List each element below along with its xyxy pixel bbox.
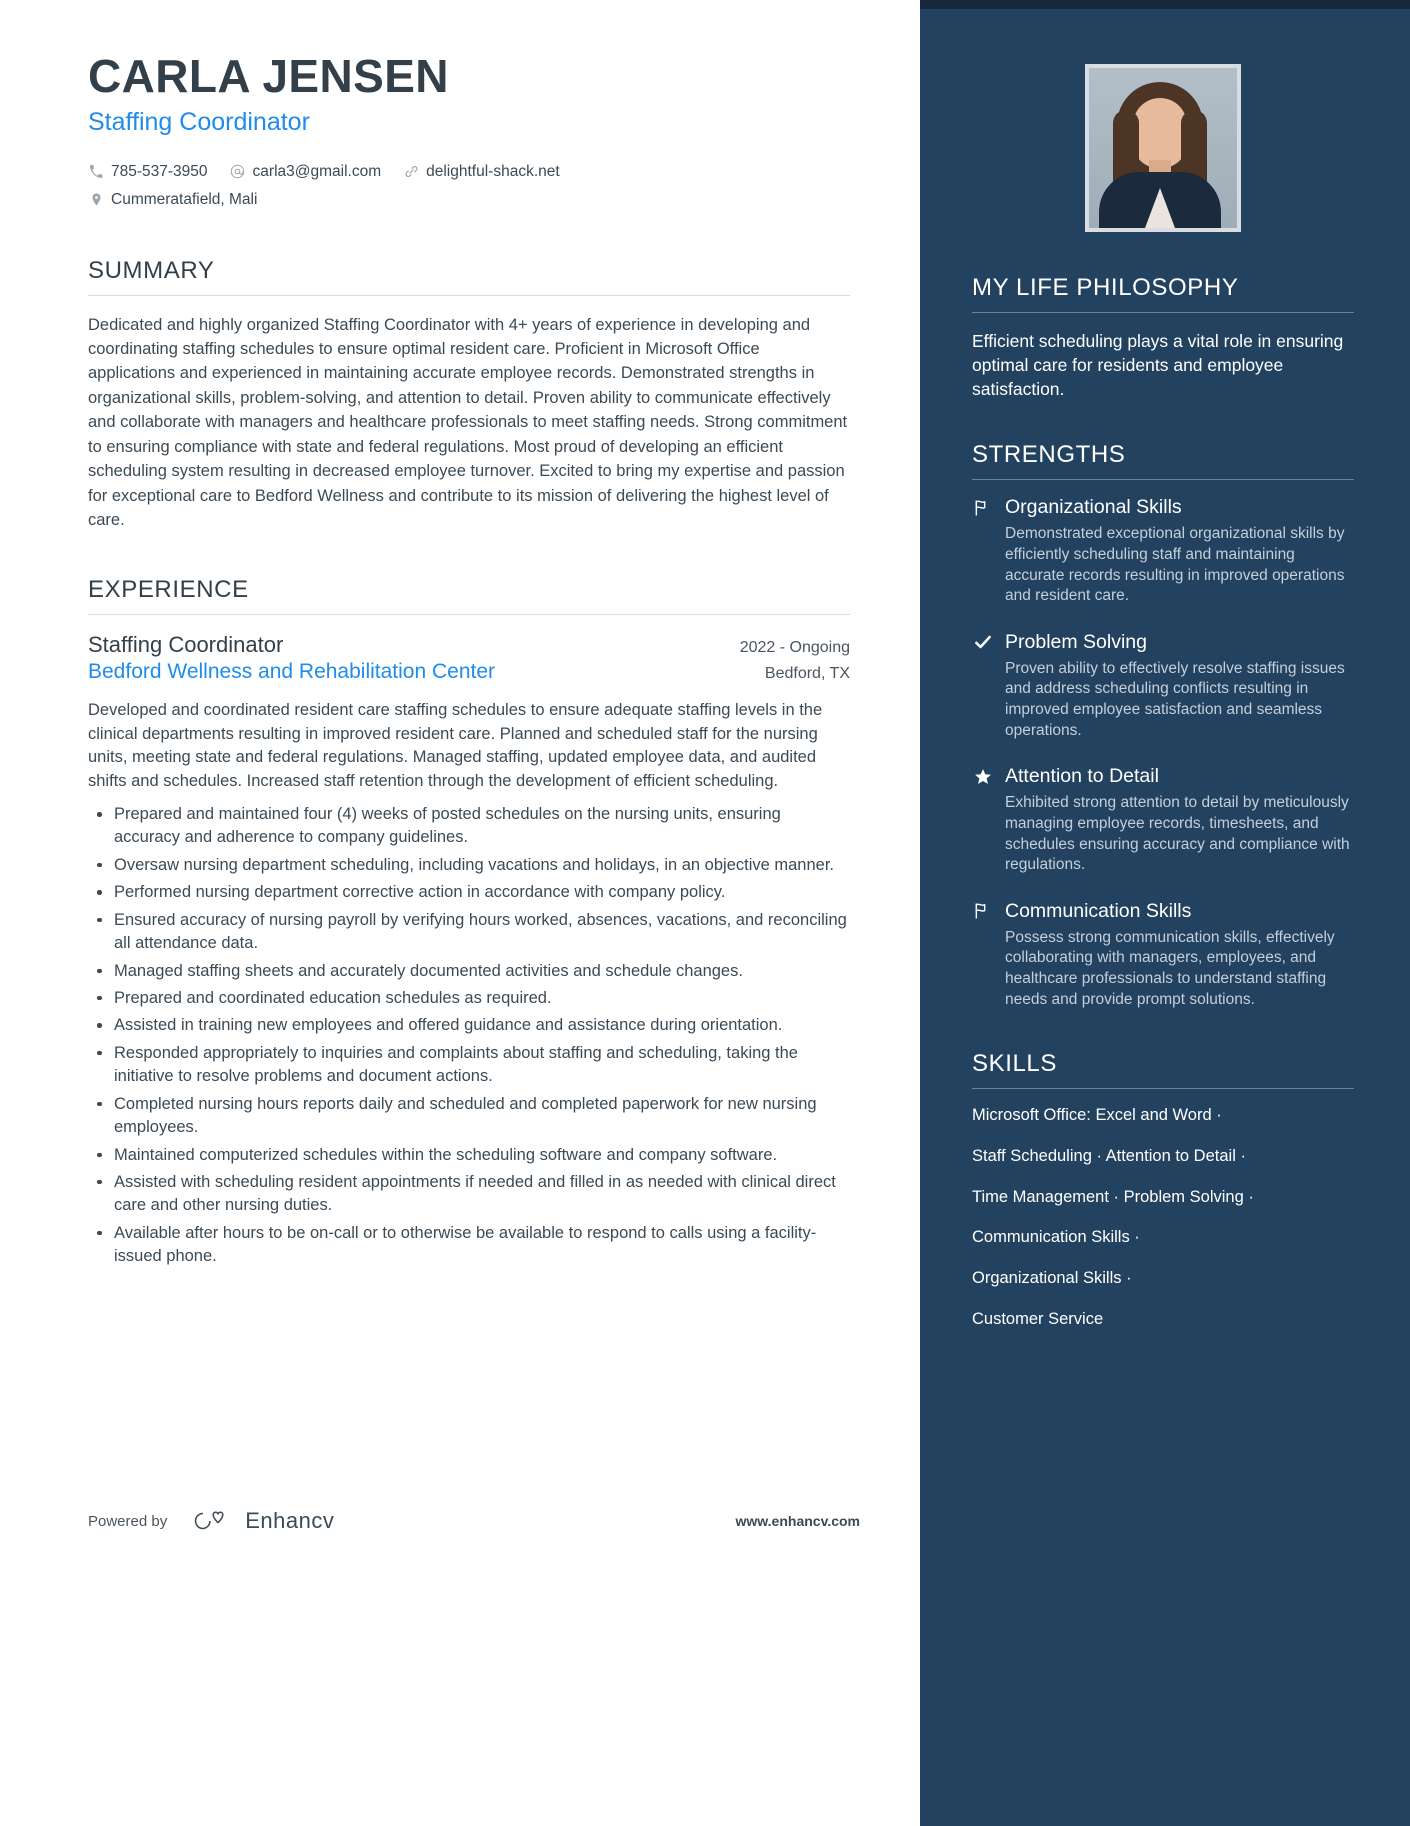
experience-section-title: EXPERIENCE [88,576,249,604]
strength-text: Exhibited strong attention to detail by … [1005,794,1350,874]
skills-list: Microsoft Office: Excel and Word · Staff … [972,1105,1354,1331]
skill-line: Communication Skills · [972,1228,1140,1247]
philosophy-section-title: MY LIFE PHILOSOPHY [972,274,1239,301]
skill-line: Time Management · Problem Solving · [972,1187,1254,1206]
contact-row-primary: 785-537-3950 carla3@gmail.com delightful… [88,158,850,185]
strength-title: Organizational Skills [1005,496,1182,519]
strengths-divider [972,479,1354,481]
job-header: Staffing Coordinator 2022 - Ongoing [88,632,850,658]
powered-by-block: Powered by Enhancv [88,1506,334,1536]
strength-header: Attention to Detail [972,765,1354,788]
philosophy-divider [972,312,1354,313]
job-bullet-item: Responded appropriately to inquiries and… [88,1042,850,1089]
flag-icon [972,900,994,922]
strengths-list: Organizational Skills Demonstrated except… [972,496,1354,1010]
main-column: CARLA JENSEN Staffing Coordinator 785-53… [0,0,920,1826]
skill-line: Staff Scheduling · Attention to Detail · [972,1146,1246,1165]
job-bullet-item: Completed nursing hours reports daily an… [88,1093,850,1140]
email-icon [230,164,246,180]
skill-line: Organizational Skills · [972,1269,1132,1288]
sidebar-top-accent-bar [920,0,1410,9]
contact-website[interactable]: delightful-shack.net [403,158,560,185]
strengths-section-title: STRENGTHS [972,441,1126,469]
strength-title: Communication Skills [1005,899,1192,922]
summary-section: SUMMARY Dedicated and highly organized S… [88,257,850,533]
brand-name: Enhancv [245,1508,335,1533]
resume-page: CARLA JENSEN Staffing Coordinator 785-53… [0,0,1410,1826]
link-icon [403,164,419,180]
job-dates: 2022 - Ongoing [739,639,850,657]
experience-section: EXPERIENCE Staffing Coordinator 2022 - O… [88,576,850,1268]
skills-section-title: SKILLS [972,1050,1057,1078]
strength-header: Organizational Skills [972,496,1354,519]
skill-line: Customer Service [972,1310,1104,1328]
contact-location-value: Cummeratafield, Mali [111,190,258,208]
powered-by-label: Powered by [88,1512,168,1530]
philosophy-section: MY LIFE PHILOSOPHY Efficient scheduling … [972,274,1354,401]
summary-text: Dedicated and highly organized Staffing … [88,315,848,529]
contact-email-value: carla3@gmail.com [252,163,382,181]
strength-header: Problem Solving [972,631,1354,654]
strength-item: Organizational Skills Demonstrated except… [972,496,1354,606]
strength-text: Proven ability to effectively resolve st… [1005,659,1345,739]
avatar [1085,64,1241,232]
strength-title: Problem Solving [1005,630,1147,653]
strength-text: Possess strong communication skills, eff… [1005,928,1335,1008]
footer: Powered by Enhancv www.enhancv.com [88,1506,860,1536]
job-role-subtitle: Staffing Coordinator [88,107,310,136]
experience-divider [88,614,850,616]
location-pin-icon [88,191,104,207]
strength-item: Problem Solving Proven ability to effecti… [972,631,1354,741]
star-icon [972,766,994,788]
job-bullet-item: Assisted with scheduling resident appoin… [88,1171,850,1218]
contact-row-location: Cummeratafield, Mali [88,186,850,213]
contact-website-value: delightful-shack.net [426,163,560,181]
page-title: CARLA JENSEN [88,50,449,102]
flag-icon [972,497,994,519]
job-company[interactable]: Bedford Wellness and Rehabilitation Cent… [88,660,495,684]
summary-divider [88,294,850,296]
skills-section: SKILLS Microsoft Office: Excel and Word … [972,1050,1354,1331]
job-location: Bedford, TX [764,665,850,683]
job-bullet-item: Ensured accuracy of nursing payroll by v… [88,909,850,956]
phone-icon [88,164,104,180]
philosophy-text: Efficient scheduling plays a vital role … [972,331,1344,400]
enhancv-logo-icon [189,1506,235,1536]
job-bullet-item: Managed staffing sheets and accurately d… [88,960,850,983]
contact-phone[interactable]: 785-537-3950 [88,158,208,185]
strength-title: Attention to Detail [1005,765,1159,788]
summary-section-title: SUMMARY [88,256,215,284]
check-icon [972,631,994,653]
contact-email[interactable]: carla3@gmail.com [230,158,382,185]
avatar-wrapper [972,64,1354,232]
job-bullet-item: Available after hours to be on-call or t… [88,1222,850,1269]
strength-item: Attention to Detail Exhibited strong atte… [972,765,1354,875]
job-bullet-item: Prepared and maintained four (4) weeks o… [88,803,850,850]
job-bullet-item: Performed nursing department corrective … [88,881,850,904]
strength-item: Communication Skills Possess strong commu… [972,900,1354,1010]
footer-url[interactable]: www.enhancv.com [736,1513,860,1529]
contact-phone-value: 785-537-3950 [111,163,208,181]
contact-location: Cummeratafield, Mali [88,186,257,213]
job-title: Staffing Coordinator [88,632,284,658]
job-bullet-item: Maintained computerized schedules within… [88,1144,850,1167]
skills-divider [972,1088,1354,1090]
sidebar: MY LIFE PHILOSOPHY Efficient scheduling … [920,0,1410,1826]
job-subheader: Bedford Wellness and Rehabilitation Cent… [88,660,850,684]
experience-entry: Staffing Coordinator 2022 - Ongoing Bedf… [88,632,850,1268]
strength-text: Demonstrated exceptional organizational … [1005,525,1345,605]
job-bullet-list: Prepared and maintained four (4) weeks o… [88,803,850,1269]
job-bullet-item: Oversaw nursing department scheduling, i… [88,854,850,877]
job-description: Developed and coordinated resident care … [88,701,823,790]
strength-header: Communication Skills [972,900,1354,923]
job-bullet-item: Prepared and coordinated education sched… [88,987,850,1010]
skill-line: Microsoft Office: Excel and Word · [972,1106,1222,1125]
strengths-section: STRENGTHS Organizational Skills Demonstra… [972,441,1354,1010]
job-bullet-item: Assisted in training new employees and o… [88,1014,850,1037]
